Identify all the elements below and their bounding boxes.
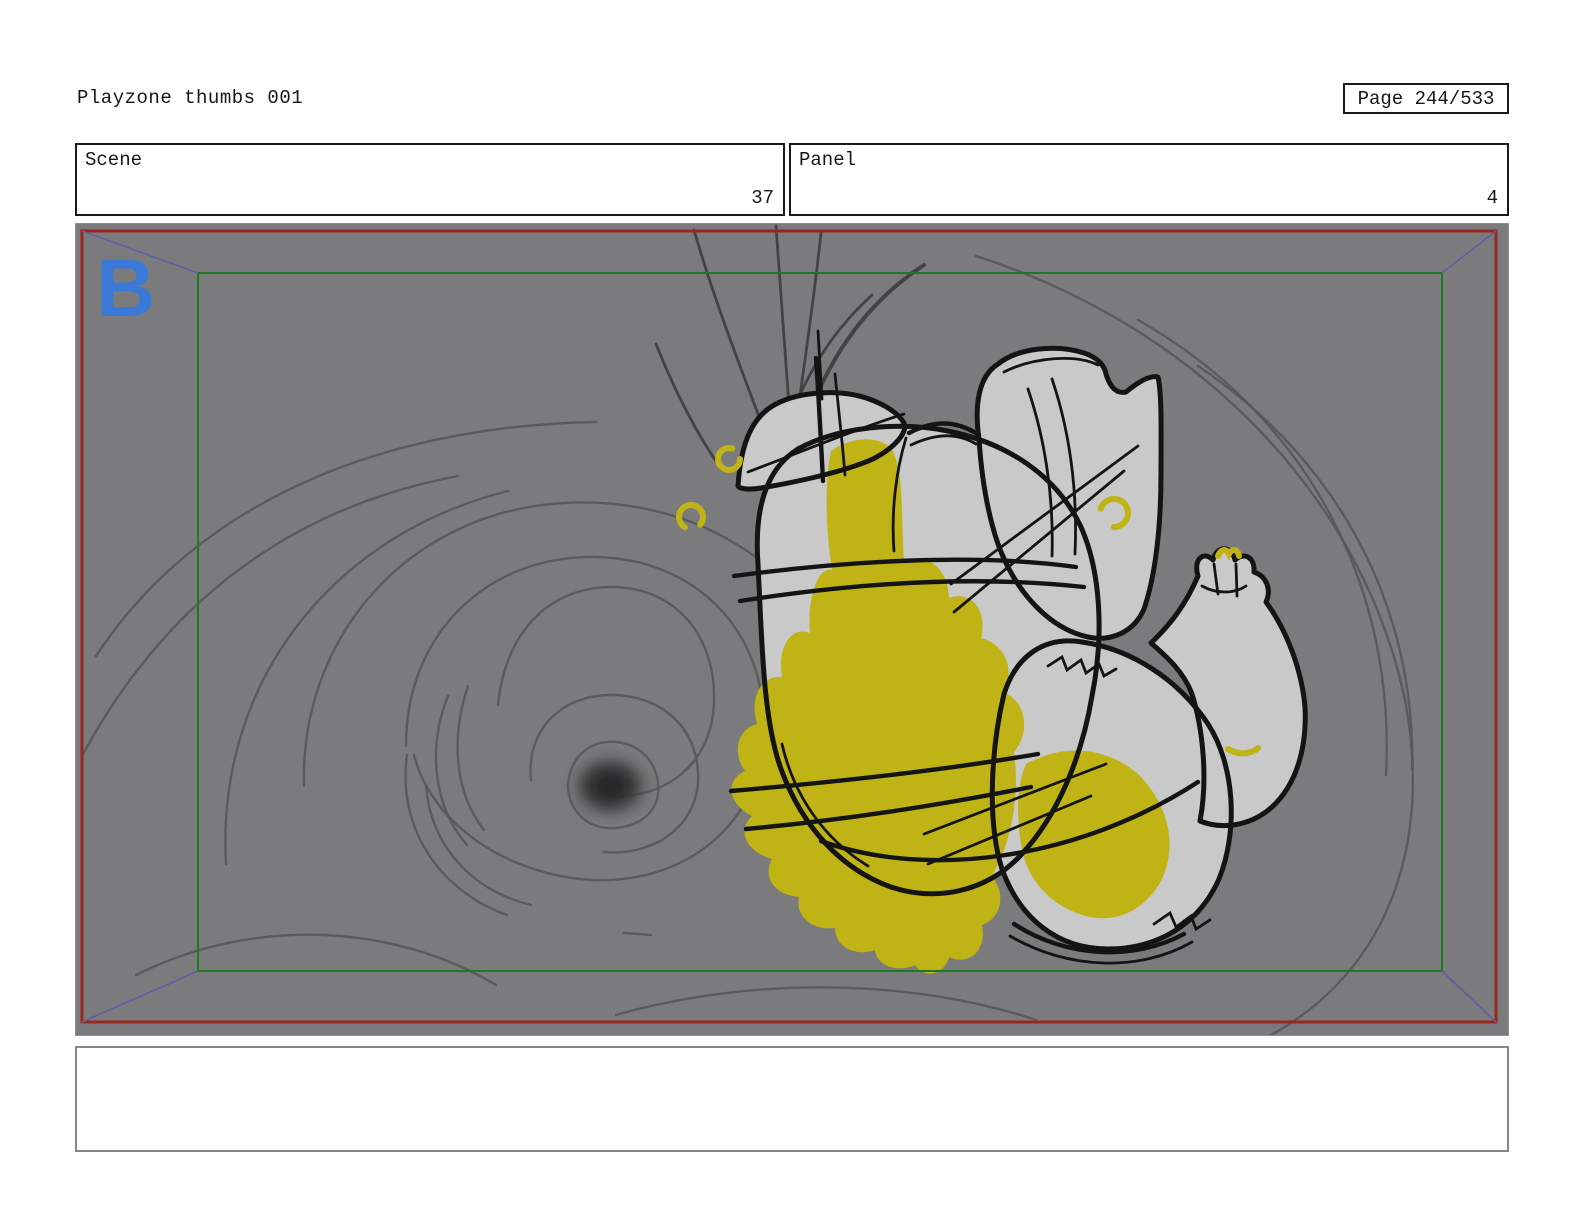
- scene-value: 37: [751, 187, 774, 209]
- panel-value: 4: [1486, 187, 1498, 209]
- page-indicator: Page 244/533: [1343, 83, 1509, 114]
- page-indicator-label: Page 244/533: [1357, 87, 1495, 110]
- scene-label: Scene: [85, 149, 143, 171]
- hole: [564, 749, 656, 823]
- document-title: Playzone thumbs 001: [77, 87, 304, 109]
- scene-cell: Scene 37: [75, 143, 785, 216]
- panel-label: Panel: [799, 149, 857, 171]
- storyboard-canvas: B: [75, 223, 1509, 1036]
- notes-box: [75, 1046, 1509, 1152]
- character-sketch: [676, 329, 1306, 974]
- panel-cell: Panel 4: [789, 143, 1509, 216]
- scene-panel-table: Scene 37 Panel 4: [75, 143, 1509, 216]
- section-marker: B: [96, 243, 155, 334]
- storyboard-artwork: B: [80, 224, 1498, 1035]
